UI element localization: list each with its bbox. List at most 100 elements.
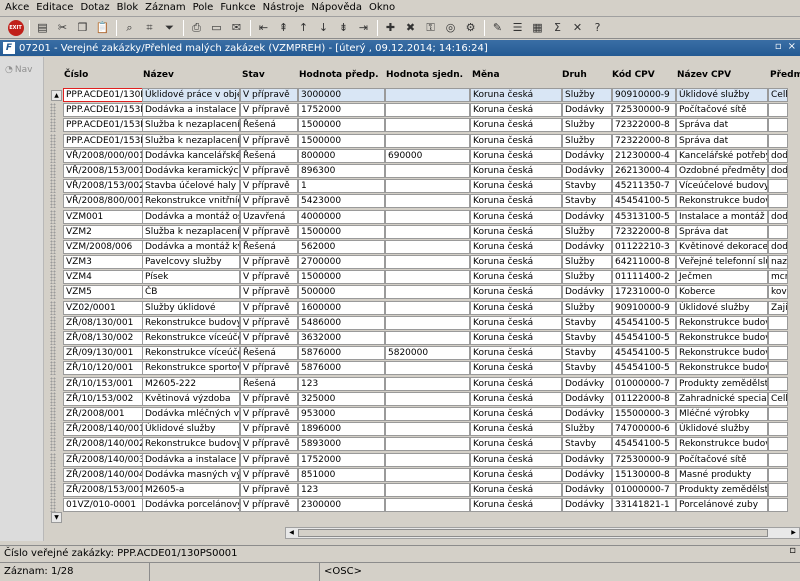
table-cell[interactable]: Koruna česká: [470, 346, 562, 361]
table-cell[interactable]: VZM001: [63, 209, 143, 224]
table-cell[interactable]: V přípravě: [240, 285, 298, 300]
table-cell[interactable]: Koruna česká: [470, 285, 562, 300]
table-cell[interactable]: Koruna česká: [470, 118, 562, 133]
table-cell[interactable]: dodá: [768, 148, 788, 163]
table-cell[interactable]: [385, 437, 470, 452]
table-cell[interactable]: [385, 498, 470, 513]
table-cell[interactable]: 1: [298, 179, 385, 194]
table-cell[interactable]: Pavelcovy služby: [142, 255, 240, 270]
execute-query-button[interactable]: ⌗: [140, 19, 159, 37]
table-cell[interactable]: naza: [768, 255, 788, 270]
table-cell[interactable]: Služba k nezaplacení: [142, 224, 240, 239]
table-cell[interactable]: Služby: [562, 270, 612, 285]
row-drag-handle[interactable]: [50, 118, 56, 133]
table-cell[interactable]: 72322000-8: [612, 133, 676, 148]
table-cell[interactable]: ZŘ/2008/153/001: [63, 482, 143, 497]
table-cell[interactable]: VZM5: [63, 285, 143, 300]
table-cell[interactable]: V přípravě: [240, 422, 298, 437]
table-cell[interactable]: 64211000-8: [612, 255, 676, 270]
table-cell[interactable]: dodá: [768, 239, 788, 254]
table-cell[interactable]: [768, 133, 788, 148]
table-cell[interactable]: 26213000-4: [612, 163, 676, 178]
table-cell[interactable]: Rekonstrukce budovy ve: [142, 315, 240, 330]
row-drag-handle[interactable]: [50, 285, 56, 300]
table-cell[interactable]: [385, 163, 470, 178]
column-header[interactable]: Stav: [242, 70, 265, 80]
table-cell[interactable]: [385, 224, 470, 239]
scroll-down-button[interactable]: ▼: [51, 512, 62, 523]
row-drag-handle[interactable]: [50, 148, 56, 163]
restore-button[interactable]: ▫: [775, 41, 782, 52]
table-cell[interactable]: [768, 467, 788, 482]
table-cell[interactable]: Služby: [562, 255, 612, 270]
table-cell[interactable]: V přípravě: [240, 315, 298, 330]
table-cell[interactable]: Ozdobné předměty z ke: [676, 163, 768, 178]
table-cell[interactable]: Koruna česká: [470, 224, 562, 239]
table-cell[interactable]: V přípravě: [240, 88, 298, 102]
table-cell[interactable]: Stavby: [562, 179, 612, 194]
table-cell[interactable]: [385, 88, 470, 102]
table-cell[interactable]: 15130000-8: [612, 467, 676, 482]
table-cell[interactable]: [385, 285, 470, 300]
table-cell[interactable]: Koruna česká: [470, 361, 562, 376]
table-cell[interactable]: Koruna česká: [470, 331, 562, 345]
table-cell[interactable]: Počítačové sítě: [676, 452, 768, 467]
column-header[interactable]: Číslo: [64, 70, 88, 80]
sum-button[interactable]: Σ: [548, 19, 567, 37]
table-cell[interactable]: 15500000-3: [612, 406, 676, 421]
column-header[interactable]: Hodnota předp.: [299, 70, 379, 80]
table-row[interactable]: VZM001Dodávka a montáž osobnUzavřená4000…: [50, 209, 800, 225]
table-cell[interactable]: V přípravě: [240, 179, 298, 194]
table-cell[interactable]: [385, 255, 470, 270]
table-cell[interactable]: 1500000: [298, 133, 385, 148]
row-drag-handle[interactable]: [50, 209, 56, 224]
table-cell[interactable]: Rekonstrukce budov: [676, 437, 768, 452]
table-cell[interactable]: [768, 103, 788, 118]
table-cell[interactable]: 896300: [298, 163, 385, 178]
table-cell[interactable]: Úklidové služby: [676, 422, 768, 437]
table-cell[interactable]: ZŘ/10/120/001: [63, 361, 143, 376]
table-cell[interactable]: Koruna česká: [470, 270, 562, 285]
table-cell[interactable]: Koruna česká: [470, 163, 562, 178]
table-cell[interactable]: Písek: [142, 270, 240, 285]
table-cell[interactable]: ZŘ/08/130/002: [63, 331, 143, 345]
table-cell[interactable]: mcmo: [768, 270, 788, 285]
table-cell[interactable]: PPP.ACDE01/153PS: [63, 103, 143, 118]
table-cell[interactable]: [385, 194, 470, 209]
table-cell[interactable]: Koruna česká: [470, 376, 562, 391]
row-drag-handle[interactable]: [50, 331, 56, 345]
table-cell[interactable]: dodá: [768, 209, 788, 224]
table-cell[interactable]: PPP.ACDE01/153PS: [63, 133, 143, 148]
table-cell[interactable]: 690000: [385, 148, 470, 163]
table-cell[interactable]: 72322000-8: [612, 118, 676, 133]
table-row[interactable]: ZŘ/2008/153/001 M2605-a V přípravě 123 Korun…: [50, 482, 800, 498]
close-button[interactable]: ×: [788, 41, 796, 52]
table-cell[interactable]: Stavby: [562, 331, 612, 345]
table-cell[interactable]: Koruna česká: [470, 315, 562, 330]
menu-editace[interactable]: Editace: [34, 0, 78, 16]
mail-button[interactable]: ✉: [227, 19, 246, 37]
table-row[interactable]: ZŘ/2008/140/004Dodávka masných výrobV př…: [50, 467, 800, 483]
table-cell[interactable]: dodá: [768, 163, 788, 178]
menu-napoveda[interactable]: Nápověda: [309, 0, 367, 16]
table-cell[interactable]: [768, 194, 788, 209]
table-cell[interactable]: V přípravě: [240, 103, 298, 118]
table-cell[interactable]: 5876000: [298, 346, 385, 361]
menu-zaznam[interactable]: Záznam: [143, 0, 190, 16]
table-cell[interactable]: 123: [298, 482, 385, 497]
table-cell[interactable]: [385, 239, 470, 254]
table-cell[interactable]: ZŘ/2008/001: [63, 406, 143, 421]
menu-funkce[interactable]: Funkce: [218, 0, 260, 16]
table-cell[interactable]: Dodávky: [562, 467, 612, 482]
table-cell[interactable]: 21230000-4: [612, 148, 676, 163]
table-cell[interactable]: V přípravě: [240, 255, 298, 270]
row-drag-handle[interactable]: [50, 300, 56, 315]
table-cell[interactable]: Koruna česká: [470, 300, 562, 315]
table-row[interactable]: VZM/2008/006Dodávka a montáž květinŘešen…: [50, 239, 800, 255]
table-cell[interactable]: 45454100-5: [612, 315, 676, 330]
table-cell[interactable]: [768, 498, 788, 513]
table-cell[interactable]: Řešená: [240, 118, 298, 133]
row-drag-handle[interactable]: [50, 406, 56, 421]
table-cell[interactable]: 45454100-5: [612, 437, 676, 452]
paste-button[interactable]: 📋: [93, 19, 112, 37]
